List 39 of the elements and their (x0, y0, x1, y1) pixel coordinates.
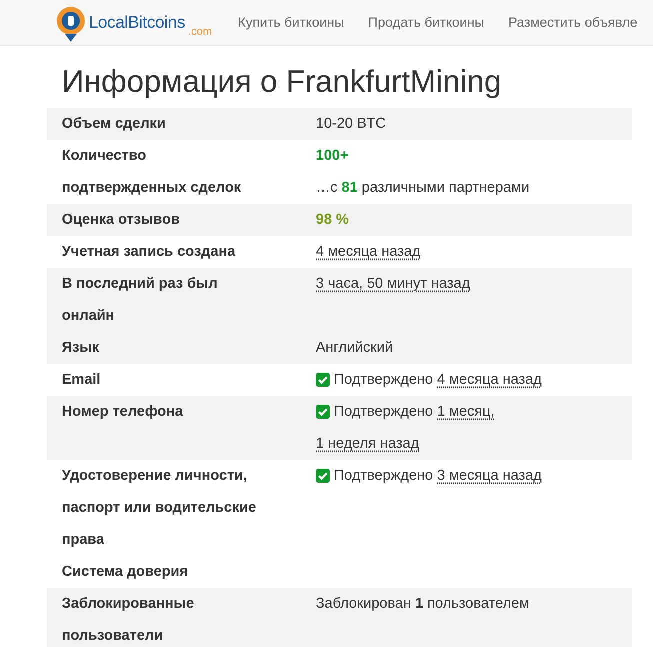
check-icon (316, 405, 330, 419)
nav-link[interactable]: Купить биткоины (226, 15, 356, 30)
value-text: 100+ (316, 147, 349, 166)
row-label: Email (61, 371, 102, 390)
row-label: Объем сделки (61, 115, 167, 134)
value-text: пользователем (427, 595, 530, 614)
verified-text: Подтверждено (334, 371, 434, 390)
row-label: Количество подтвержденных сделок (61, 147, 242, 198)
check-icon (316, 373, 330, 387)
time-text: 4 месяца назад (316, 243, 421, 262)
logo-icon[interactable] (56, 6, 86, 44)
nav-link[interactable]: Разместить объявле (496, 15, 650, 30)
value-text: 81 (342, 179, 358, 198)
row-label: Учетная запись создана (61, 243, 237, 262)
row-label: Удостоверение личности, паспорт или водительские права (61, 467, 258, 550)
value-text: различными партнерами (362, 179, 530, 198)
row-label: Оценка отзывов (61, 211, 182, 230)
rating-text: 98 % (316, 211, 350, 230)
logo-text[interactable]: LocalBitcoins (89, 12, 186, 32)
value-text: 10-20 BTC (316, 115, 386, 134)
time-text: 4 месяца назад (437, 371, 542, 390)
time-text: 3 часа, 50 минут назад (316, 275, 470, 294)
row-label: Язык (61, 339, 100, 358)
row-label: Заблокированные пользователи (61, 595, 196, 646)
row-label: В последний раз был онлайн (61, 275, 219, 326)
row-label: Система доверия (61, 563, 190, 582)
value-text: …с (316, 179, 338, 198)
nav-link[interactable]: Продать биткоины (356, 15, 496, 30)
time-text: 1 месяц, (437, 403, 495, 422)
value-text: Английский (316, 339, 394, 358)
time-text: 1 неделя назад (316, 435, 420, 454)
check-icon (316, 469, 330, 483)
value-text: 1 (415, 595, 424, 614)
page-title: Информация о FrankfurtMining (62, 64, 503, 100)
row-label: Номер телефона (61, 403, 184, 422)
verified-text: Подтверждено (334, 403, 434, 422)
time-text: 3 месяца назад (437, 467, 542, 486)
verified-text: Подтверждено (334, 467, 434, 486)
value-text: Заблокирован (316, 595, 412, 614)
